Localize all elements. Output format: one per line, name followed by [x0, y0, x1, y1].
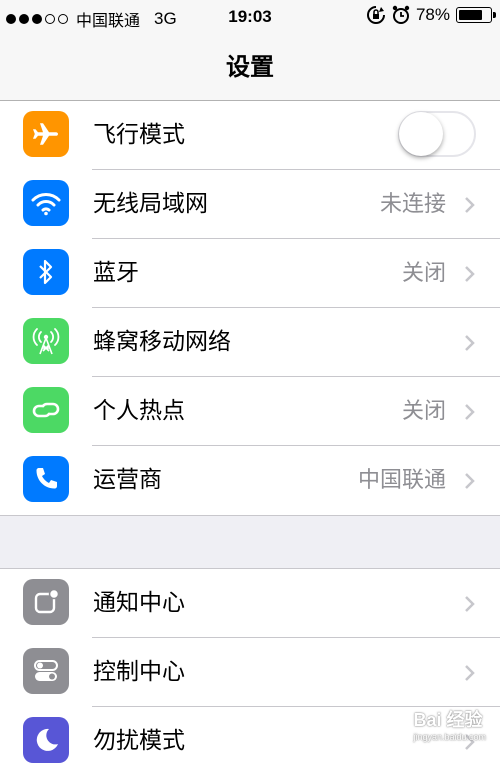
settings-group-connectivity: 飞行模式 无线局域网 未连接 蓝牙 关闭 蜂窝移动网络 个人热点 关闭 运营商 …	[0, 101, 500, 516]
battery-icon	[456, 7, 496, 23]
row-label: 勿扰模式	[93, 728, 185, 754]
row-label: 通知中心	[93, 590, 185, 616]
row-value: 未连接	[379, 192, 446, 217]
row-label: 飞行模式	[93, 122, 185, 148]
cellular-icon	[23, 318, 69, 364]
chevron-right-icon	[465, 404, 475, 420]
bluetooth-icon	[23, 249, 69, 295]
rotation-lock-icon	[367, 6, 385, 24]
row-label: 蜂窝移动网络	[93, 329, 231, 355]
row-value: 关闭	[401, 261, 446, 286]
row-label: 控制中心	[93, 659, 185, 685]
hotspot-icon	[23, 387, 69, 433]
airplane-mode-toggle[interactable]	[398, 111, 476, 157]
watermark-sub: jingyan.baidu.com	[413, 732, 486, 742]
airplane-icon	[23, 111, 69, 157]
chevron-right-icon	[465, 665, 475, 681]
alarm-icon	[392, 5, 410, 24]
battery-percent: 78%	[415, 5, 450, 24]
page-title: 设置	[226, 53, 274, 81]
chevron-right-icon	[465, 596, 475, 612]
phone-icon	[23, 456, 69, 502]
chevron-right-icon	[465, 266, 475, 282]
watermark-main: Bai 经验	[413, 710, 483, 730]
status-right: 78%	[366, 5, 496, 25]
notification-icon	[23, 579, 69, 625]
row-wifi[interactable]: 无线局域网 未连接	[0, 170, 500, 239]
row-value: 中国联通	[357, 468, 446, 493]
baidu-watermark: Bai 经验 jingyan.baidu.com	[413, 706, 486, 742]
control-center-icon	[23, 648, 69, 694]
row-label: 无线局域网	[93, 191, 208, 217]
row-label: 个人热点	[93, 398, 185, 424]
wifi-icon	[23, 180, 69, 226]
row-bluetooth[interactable]: 蓝牙 关闭	[0, 239, 500, 308]
status-bar: 中国联通 3G 19:03 78%	[0, 0, 500, 34]
row-notification-center[interactable]: 通知中心	[0, 569, 500, 638]
moon-icon	[23, 717, 69, 763]
chevron-right-icon	[465, 335, 475, 351]
row-value: 关闭	[401, 399, 446, 424]
row-airplane-mode: 飞行模式	[0, 101, 500, 170]
row-label: 蓝牙	[93, 260, 139, 286]
row-cellular[interactable]: 蜂窝移动网络	[0, 308, 500, 377]
row-personal-hotspot[interactable]: 个人热点 关闭	[0, 377, 500, 446]
row-carrier[interactable]: 运营商 中国联通	[0, 446, 500, 515]
row-label: 运营商	[93, 467, 162, 493]
chevron-right-icon	[465, 197, 475, 213]
settings-group-system: 通知中心 控制中心 勿扰模式	[0, 568, 500, 776]
row-control-center[interactable]: 控制中心	[0, 638, 500, 707]
navigation-bar: 设置	[0, 34, 500, 101]
chevron-right-icon	[465, 473, 475, 489]
